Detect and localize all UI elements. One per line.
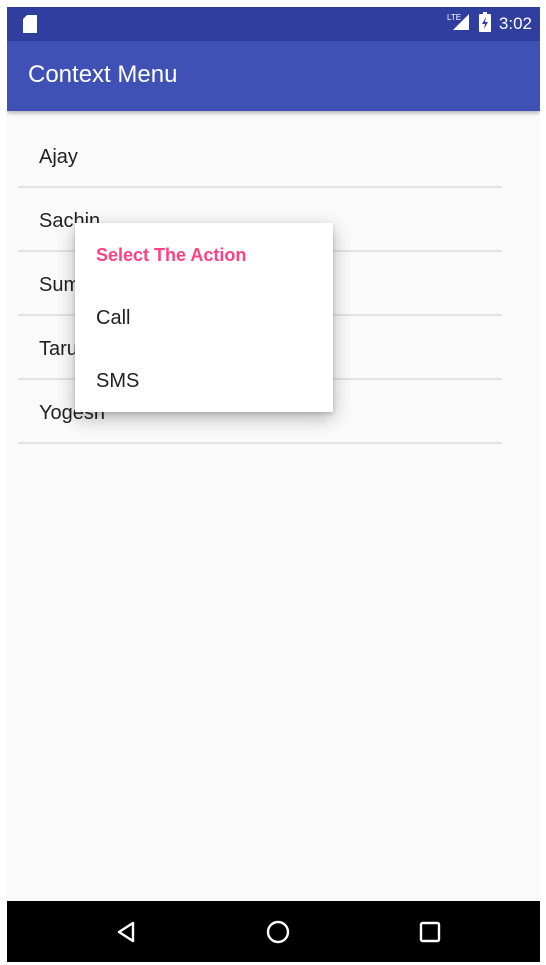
home-icon[interactable]	[263, 917, 293, 947]
context-menu-title: Select The Action	[96, 245, 247, 265]
status-time: 3:02	[498, 14, 532, 33]
list-item-label: Sum	[39, 274, 81, 296]
list-item-label: Taru	[39, 338, 78, 360]
device-screen: LTE 3:02 Context Menu Ajay Sachin Sum Ta…	[7, 7, 540, 962]
back-icon[interactable]	[111, 917, 141, 947]
navigation-bar	[7, 901, 540, 962]
app-bar: Context Menu	[7, 41, 540, 111]
recents-icon[interactable]	[415, 917, 445, 947]
status-bar: LTE 3:02	[7, 7, 540, 41]
menu-item-label: Call	[96, 307, 131, 329]
menu-item-call[interactable]: Call	[75, 287, 333, 349]
signal-icon: LTE	[447, 12, 471, 37]
list-item-label: Ajay	[39, 146, 78, 168]
list-item[interactable]: Ajay	[18, 124, 502, 188]
network-type-label: LTE	[447, 13, 461, 22]
app-title: Context Menu	[28, 61, 178, 88]
menu-item-label: SMS	[96, 370, 140, 392]
battery-icon	[478, 11, 491, 37]
status-right-group: LTE 3:02	[447, 7, 532, 41]
sd-card-icon	[23, 15, 37, 38]
context-menu: Select The Action Call SMS	[75, 223, 333, 412]
menu-item-sms[interactable]: SMS	[75, 350, 333, 412]
